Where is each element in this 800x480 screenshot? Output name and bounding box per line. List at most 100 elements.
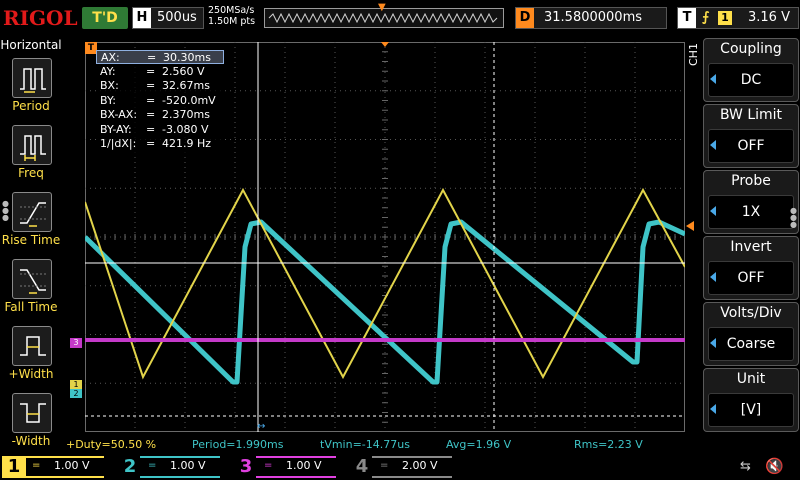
channel-scale-box: = 1.00 V xyxy=(140,456,220,478)
neg-width-button[interactable] xyxy=(12,393,52,433)
cursor-value: 2.370ms xyxy=(162,108,210,121)
period-label: Period xyxy=(12,99,50,113)
cursor-eq: = xyxy=(146,108,156,121)
unit-menu-item[interactable]: Unit [V] xyxy=(703,368,799,432)
coupling-icon: = xyxy=(32,460,41,471)
volts-div-menu-item[interactable]: Volts/Div Coarse xyxy=(703,302,799,366)
trigger-label: T xyxy=(678,8,696,28)
pos-width-button[interactable] xyxy=(12,326,52,366)
period-button[interactable] xyxy=(12,58,52,98)
probe-title: Probe xyxy=(731,173,771,189)
channel-scale: 1.00 V xyxy=(286,459,322,472)
cursor-key: BX: xyxy=(100,79,119,92)
coupling-value: DC xyxy=(708,63,794,97)
channel-scale: 2.00 V xyxy=(402,459,438,472)
freq-label: Freq xyxy=(18,166,44,180)
freq-icon xyxy=(20,135,46,161)
delay-box[interactable]: D 31.5800000ms xyxy=(515,7,667,29)
channel-2-status[interactable]: 2 = 1.00 V xyxy=(118,456,220,478)
tvmin-measurement[interactable]: tVmin=-14.77us xyxy=(320,437,410,453)
delay-label: D xyxy=(516,8,534,28)
probe-value: 1X xyxy=(708,195,794,229)
invert-menu-item[interactable]: Invert OFF xyxy=(703,236,799,300)
scroll-dots-icon: ● ● ● xyxy=(2,199,9,222)
channel-number: 3 xyxy=(239,456,253,477)
speaker-mute-icon[interactable]: 🔇 xyxy=(765,457,784,475)
acquisition-info: 250MSa/s 1.50M pts xyxy=(208,5,255,27)
cursor-arrow-icon: ↔ xyxy=(257,421,265,432)
unit-value: [V] xyxy=(708,393,794,427)
pos-width-label: +Width xyxy=(8,367,54,381)
horizontal-label: H xyxy=(133,8,151,28)
period-icon xyxy=(20,68,46,93)
channel-scale: 1.00 V xyxy=(54,459,90,472)
channel-scale-box: = 1.00 V xyxy=(256,456,336,478)
channel-scale: 1.00 V xyxy=(170,459,206,472)
cursor-eq: = xyxy=(146,93,156,107)
trigger-source: 1 xyxy=(718,11,732,25)
duty-measurement[interactable]: +Duty=50.50 % xyxy=(66,437,156,453)
left-menu-title: Horizontal xyxy=(0,38,62,52)
volts-div-title: Volts/Div xyxy=(720,305,782,321)
channel-3-status[interactable]: 3 = 1.00 V xyxy=(234,456,336,478)
cursor-key: BY-AY: xyxy=(100,122,132,136)
cursor-value: 32.67ms xyxy=(162,79,210,92)
left-arrow-icon xyxy=(710,140,716,150)
left-arrow-icon xyxy=(710,272,716,282)
rising-edge-icon: ⨍ xyxy=(702,10,710,25)
cursor-row: BX: = 32.67ms xyxy=(96,79,224,93)
right-scroll-dots-icon: ● ● ● xyxy=(790,206,797,229)
coupling-title: Coupling xyxy=(720,41,782,57)
cursor-eq: = xyxy=(147,51,157,64)
rise-time-button[interactable] xyxy=(12,192,52,232)
invert-title: Invert xyxy=(730,239,772,255)
cursor-row[interactable]: AX: = 30.30ms xyxy=(96,50,224,64)
run-state-badge[interactable]: T'D xyxy=(82,7,128,29)
channel-1-status[interactable]: 1 = 1.00 V xyxy=(2,456,104,478)
trigger-level-marker-icon[interactable] xyxy=(686,221,694,231)
timebase-box[interactable]: H 500us xyxy=(132,7,204,29)
cursor-row: AY: = 2.560 V xyxy=(96,65,224,79)
cursor-value: 2.560 V xyxy=(162,64,205,78)
ch2-offset-marker[interactable]: 2 xyxy=(70,389,82,398)
coupling-icon: = xyxy=(148,460,157,471)
ch1-offset-marker[interactable]: 1 xyxy=(70,380,82,389)
channel-number: 1 xyxy=(2,456,26,478)
left-arrow-icon xyxy=(710,338,716,348)
cursor-key: BX-AX: xyxy=(100,108,138,121)
coupling-menu-item[interactable]: Coupling DC xyxy=(703,38,799,102)
period-measurement[interactable]: Period=1.990ms xyxy=(192,437,283,453)
cursor-eq: = xyxy=(146,79,156,92)
cursor-row: BX-AX: = 2.370ms xyxy=(96,108,224,122)
channel-4-status[interactable]: 4 = 2.00 V xyxy=(350,456,452,478)
timebase-value: 500us xyxy=(157,10,197,25)
channel-settings-menu: Coupling DC BW Limit OFF Probe 1X Invert OFF Vol… xyxy=(703,38,800,434)
cursor-key: AY: xyxy=(100,64,116,78)
probe-menu-item[interactable]: Probe 1X xyxy=(703,170,799,234)
avg-measurement[interactable]: Avg=1.96 V xyxy=(446,437,511,453)
rise-time-label: Rise Time xyxy=(1,233,61,247)
trigger-position-marker xyxy=(381,42,389,47)
rise-time-icon xyxy=(20,202,46,227)
fall-time-button[interactable] xyxy=(12,259,52,299)
neg-width-icon xyxy=(20,403,46,423)
cursor-value: 421.9 Hz xyxy=(162,137,212,150)
neg-width-label: -Width xyxy=(11,434,51,448)
freq-button[interactable] xyxy=(12,125,52,165)
cursor-value: -520.0mV xyxy=(162,93,216,107)
rms-measurement[interactable]: Rms=2.23 V xyxy=(574,437,643,453)
channel-status-bar: 1 = 1.00 V 2 = 1.00 V 3 = 1.00 V 4 = 2.00 V xyxy=(0,454,800,480)
cursor-key: AX: xyxy=(101,51,120,64)
trigger-level: 3.16 V xyxy=(748,10,790,25)
trigger-box[interactable]: T ⨍ 1 3.16 V xyxy=(677,7,799,29)
bw-limit-value: OFF xyxy=(708,129,794,163)
channel-number: 2 xyxy=(123,456,137,477)
fall-time-icon xyxy=(20,269,46,294)
bw-limit-menu-item[interactable]: BW Limit OFF xyxy=(703,104,799,168)
ch3-offset-marker[interactable]: 3 xyxy=(70,338,82,348)
invert-value: OFF xyxy=(708,261,794,295)
delay-value: 31.5800000ms xyxy=(544,10,643,25)
top-status-bar: RIGOL T'D H 500us 250MSa/s 1.50M pts ▼ D… xyxy=(0,0,800,36)
channel-menu-tag: CH1 xyxy=(687,43,700,66)
channel-scale-box: = 2.00 V xyxy=(372,456,452,478)
